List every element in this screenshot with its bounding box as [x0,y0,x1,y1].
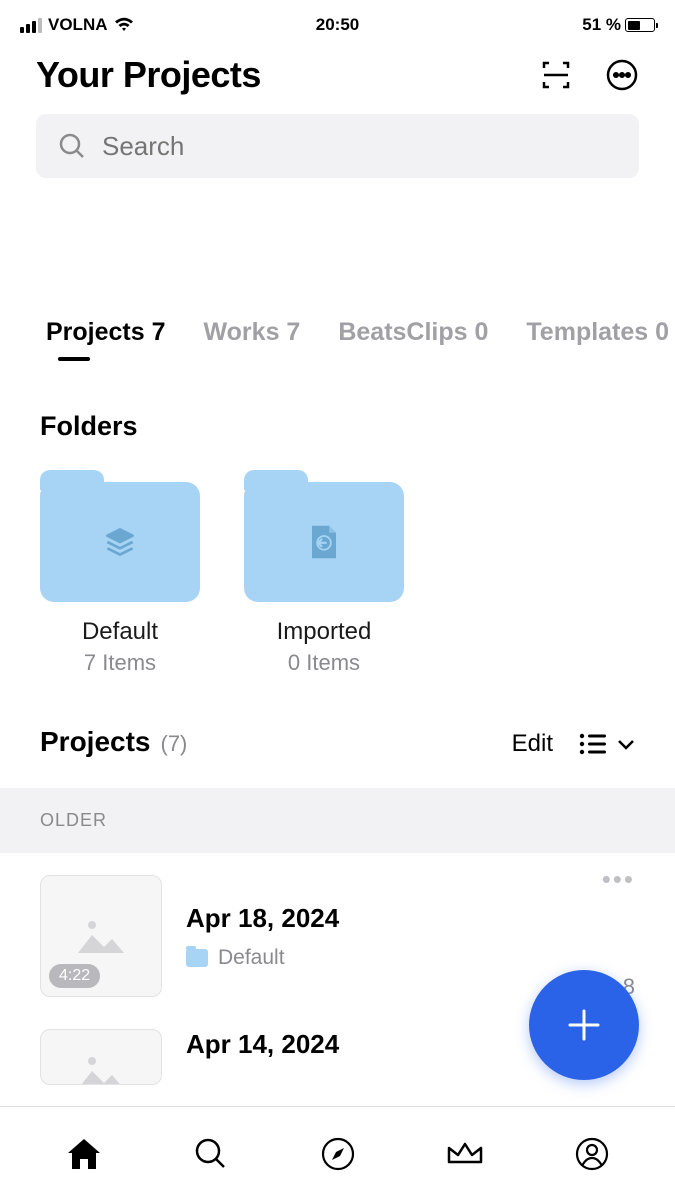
tabs: Projects 7 Works 7 BeatsClips 0 Template… [0,318,675,361]
more-button[interactable] [605,58,639,92]
project-date: Apr 14, 2024 [186,1029,578,1060]
folder-items-count: 7 Items [84,650,156,676]
list-view-icon [579,733,607,755]
carrier-label: VOLNA [48,15,108,35]
signal-icon [20,18,42,33]
project-thumbnail [40,1029,162,1085]
page-header: Your Projects [0,40,675,110]
section-divider: OLDER [0,788,675,853]
view-toggle-button[interactable] [579,733,635,755]
status-time: 20:50 [316,15,359,35]
plus-icon [562,1003,606,1047]
folders-title: Folders [0,411,675,442]
folder-name: Default [82,618,158,646]
nav-search[interactable] [191,1134,231,1174]
profile-icon [574,1136,610,1172]
status-right: 51 % [582,15,655,35]
folder-name: Imported [277,618,372,646]
bottom-nav [0,1106,675,1200]
duration-badge: 4:22 [49,964,100,988]
search-icon [194,1137,228,1171]
tab-projects[interactable]: Projects 7 [46,318,166,361]
nav-profile[interactable] [572,1134,612,1174]
nav-explore[interactable] [318,1134,358,1174]
battery-icon [625,18,655,32]
tab-works[interactable]: Works 7 [204,318,301,361]
search-icon [58,132,86,160]
edit-button[interactable]: Edit [512,730,553,758]
section-divider-label: OLDER [40,810,635,831]
chevron-down-icon [617,738,635,750]
mini-folder-icon [186,949,208,967]
wifi-icon [114,17,134,33]
compass-icon [320,1136,356,1172]
projects-count: (7) [161,731,188,757]
stack-icon [102,524,138,560]
search-input[interactable] [102,131,617,162]
page-title: Your Projects [36,54,261,96]
home-icon [66,1137,102,1171]
search-bar[interactable] [36,114,639,178]
status-bar: VOLNA 20:50 51 % [0,0,675,40]
status-left: VOLNA [20,15,134,35]
scan-icon [540,59,572,91]
add-project-fab[interactable] [529,970,639,1080]
tab-beatsclips[interactable]: BeatsClips 0 [338,318,488,361]
project-folder-row: Default [186,946,578,970]
project-date: Apr 18, 2024 [186,903,578,934]
nav-home[interactable] [64,1134,104,1174]
folder-icon [40,482,200,602]
image-placeholder-icon [74,915,128,957]
nav-premium[interactable] [445,1134,485,1174]
import-file-icon [306,524,342,560]
scan-button[interactable] [539,58,573,92]
tab-templates[interactable]: Templates 0 [526,318,669,361]
project-info: Apr 14, 2024 [186,1029,578,1060]
folder-default[interactable]: Default 7 Items [40,482,200,676]
project-folder-label: Default [218,946,285,970]
more-icon [605,58,639,92]
battery-percent: 51 % [582,15,621,35]
projects-label: Projects [40,726,151,758]
folder-items-count: 0 Items [288,650,360,676]
folders-row: Default 7 Items Imported 0 Items [0,482,675,676]
projects-header: Projects (7) Edit [0,726,675,758]
crown-icon [445,1138,485,1170]
project-info: Apr 18, 2024 Default [186,903,578,970]
image-placeholder-icon [74,1051,128,1085]
folder-imported[interactable]: Imported 0 Items [244,482,404,676]
project-thumbnail: 4:22 [40,875,162,997]
folder-icon [244,482,404,602]
